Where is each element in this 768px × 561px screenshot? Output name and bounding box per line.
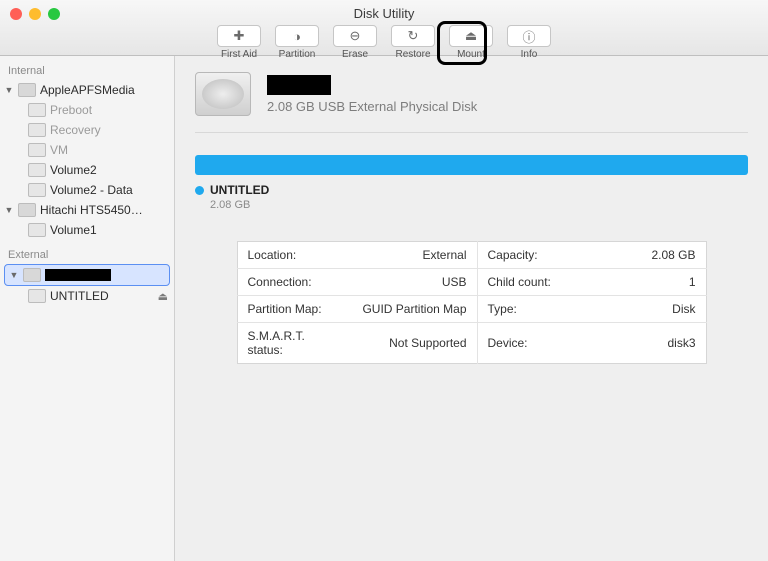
partition-icon: ◑ — [293, 29, 301, 44]
window-title: Disk Utility — [0, 0, 768, 21]
table-row: Location:External Capacity:2.08 GB — [237, 242, 706, 269]
sidebar-item-volume2[interactable]: Volume2 — [0, 160, 174, 180]
volume-icon — [28, 163, 46, 177]
volume-icon — [28, 143, 46, 157]
disk-large-icon — [195, 72, 251, 116]
disk-subtitle: 2.08 GB USB External Physical Disk — [267, 99, 477, 114]
redacted-disk-name — [267, 75, 331, 95]
usage-bar — [195, 155, 748, 175]
chevron-down-icon[interactable]: ▼ — [4, 85, 14, 95]
disk-header: 2.08 GB USB External Physical Disk — [195, 72, 748, 133]
disk-icon — [23, 268, 41, 282]
chevron-down-icon[interactable]: ▼ — [4, 205, 14, 215]
first-aid-icon: ✚ — [234, 28, 245, 44]
section-internal: Internal — [0, 62, 174, 80]
table-row: S.M.A.R.T. status:Not Supported Device:d… — [237, 323, 706, 364]
info-icon: ⓘ — [522, 27, 535, 46]
sidebar-item-volume1[interactable]: Volume1 — [0, 220, 174, 240]
table-row: Connection:USB Child count:1 — [237, 269, 706, 296]
eject-icon[interactable]: ⏏ — [158, 290, 168, 303]
window-controls — [10, 8, 60, 20]
legend-dot — [195, 186, 204, 195]
section-external: External — [0, 246, 174, 264]
toolbar-erase[interactable]: ⊖Erase — [328, 25, 382, 60]
legend-name: UNTITLED — [210, 183, 269, 197]
titlebar: Disk Utility ✚First Aid ◑Partition ⊖Eras… — [0, 0, 768, 56]
sidebar-item-recovery[interactable]: Recovery — [0, 120, 174, 140]
disk-title-block: 2.08 GB USB External Physical Disk — [267, 75, 477, 114]
sidebar-item-vm[interactable]: VM — [0, 140, 174, 160]
sidebar-item-hitachi[interactable]: ▼ Hitachi HTS5450… — [0, 200, 174, 220]
close-icon[interactable] — [10, 8, 22, 20]
sidebar-item-appleapfsmedia[interactable]: ▼ AppleAPFSMedia — [0, 80, 174, 100]
window: Disk Utility ✚First Aid ◑Partition ⊖Eras… — [0, 0, 768, 561]
disk-icon — [18, 203, 36, 217]
usage-legend: UNTITLED — [195, 183, 748, 197]
zoom-icon[interactable] — [48, 8, 60, 20]
erase-icon: ⊖ — [350, 28, 361, 44]
usage-section: UNTITLED 2.08 GB — [195, 155, 748, 211]
sidebar: Internal ▼ AppleAPFSMedia Preboot Recove… — [0, 56, 175, 561]
redacted-label — [45, 269, 111, 281]
mount-icon: ⏏ — [465, 28, 477, 44]
chevron-down-icon[interactable]: ▼ — [9, 270, 19, 280]
content: 2.08 GB USB External Physical Disk UNTIT… — [175, 56, 768, 561]
table-row: Partition Map:GUID Partition Map Type:Di… — [237, 296, 706, 323]
body: Internal ▼ AppleAPFSMedia Preboot Recove… — [0, 56, 768, 561]
toolbar-mount[interactable]: ⏏Mount — [444, 25, 498, 60]
toolbar-restore[interactable]: ↻Restore — [386, 25, 440, 60]
restore-icon: ↻ — [408, 28, 419, 44]
disk-icon — [18, 83, 36, 97]
sidebar-item-volume2-data[interactable]: Volume2 - Data — [0, 180, 174, 200]
toolbar: ✚First Aid ◑Partition ⊖Erase ↻Restore ⏏M… — [0, 25, 768, 60]
info-table: Location:External Capacity:2.08 GB Conne… — [237, 241, 707, 364]
minimize-icon[interactable] — [29, 8, 41, 20]
volume-icon — [28, 289, 46, 303]
sidebar-item-external-disk[interactable]: ▼ — [4, 264, 170, 286]
volume-icon — [28, 223, 46, 237]
volume-icon — [28, 103, 46, 117]
toolbar-info[interactable]: ⓘInfo — [502, 25, 556, 60]
volume-icon — [28, 183, 46, 197]
volume-icon — [28, 123, 46, 137]
toolbar-first-aid[interactable]: ✚First Aid — [212, 25, 266, 60]
sidebar-item-preboot[interactable]: Preboot — [0, 100, 174, 120]
legend-size: 2.08 GB — [210, 199, 748, 211]
sidebar-item-untitled[interactable]: UNTITLED ⏏ — [0, 286, 174, 306]
toolbar-partition[interactable]: ◑Partition — [270, 25, 324, 60]
